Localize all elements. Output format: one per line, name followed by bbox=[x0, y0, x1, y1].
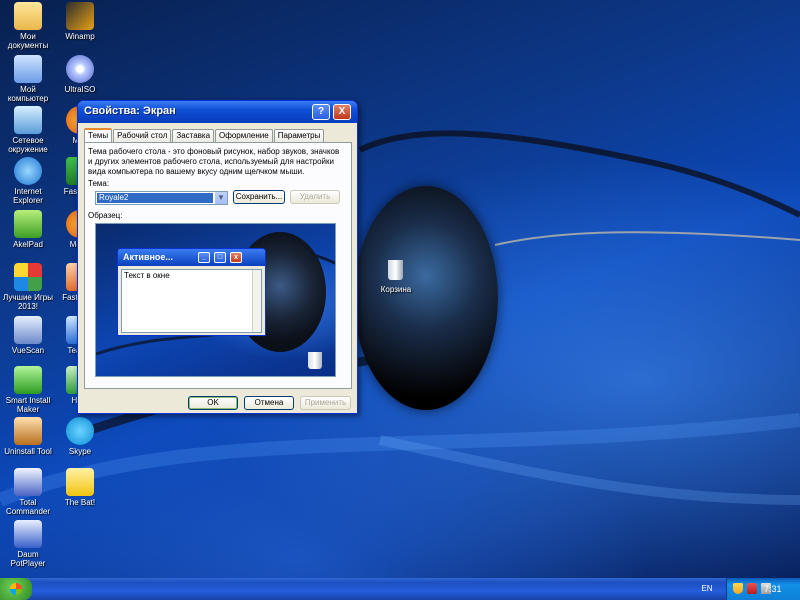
installer-icon bbox=[14, 366, 42, 394]
recycle-bin-icon[interactable] bbox=[388, 260, 403, 280]
shield-icon[interactable] bbox=[733, 583, 743, 594]
desktop-icon-label: Daum PotPlayer bbox=[10, 550, 46, 568]
games-icon bbox=[14, 263, 42, 291]
desktop-icon-label: Сетевое окружение bbox=[8, 136, 48, 154]
ok-button[interactable]: OK bbox=[188, 396, 238, 410]
player-icon bbox=[14, 520, 42, 548]
internet-explorer-icon bbox=[14, 157, 42, 185]
preview-active-window: Активное... _ □ x Текст в окне bbox=[117, 248, 266, 336]
preview-scrollbar bbox=[252, 270, 261, 332]
chevron-down-icon[interactable]: ▼ bbox=[214, 192, 227, 204]
desktop-icon-label: Мой компьютер bbox=[7, 85, 49, 103]
system-tray bbox=[726, 578, 800, 600]
desktop-icon-smart-install-maker[interactable]: Smart Install Maker bbox=[0, 366, 56, 414]
desktop-icon-total-commander[interactable]: Total Commander bbox=[0, 468, 56, 516]
preview-window-title: Активное... _ □ x bbox=[118, 249, 265, 266]
tab-themes[interactable]: Темы bbox=[84, 128, 113, 143]
close-icon: X bbox=[338, 106, 346, 117]
language-indicator[interactable]: EN bbox=[698, 582, 716, 596]
folder-icon bbox=[14, 2, 42, 30]
disc-icon bbox=[66, 55, 94, 83]
taskbar: EN 7:31 bbox=[0, 578, 800, 600]
desktop-icon-label: Лучшие Игры 2013! bbox=[3, 293, 53, 311]
tab-settings[interactable]: Параметры bbox=[273, 129, 325, 142]
floppy-icon bbox=[14, 468, 42, 496]
desktop-icon-label: AkelPad bbox=[13, 240, 43, 249]
desktop-icon-uninstall-tool[interactable]: Uninstall Tool bbox=[0, 417, 56, 456]
computer-icon bbox=[14, 55, 42, 83]
uninstall-icon bbox=[14, 417, 42, 445]
theme-label: Тема: bbox=[88, 179, 110, 188]
tab-strip: Темы Рабочий стол Заставка Оформление Па… bbox=[84, 128, 325, 143]
desktop-icon-label: The Bat! bbox=[64, 498, 96, 507]
desktop-icon-ultraiso[interactable]: UltraISO bbox=[52, 55, 108, 94]
desktop-icon-skype[interactable]: Skype bbox=[52, 417, 108, 456]
desktop-icon-vuescan[interactable]: VueScan bbox=[0, 316, 56, 355]
desktop-icon-my-documents[interactable]: Мои документы bbox=[0, 2, 56, 50]
save-theme-button[interactable]: Сохранить... bbox=[233, 190, 285, 204]
title-bar[interactable]: Свойства: Экран ? X bbox=[78, 101, 357, 123]
scanner-icon bbox=[14, 316, 42, 344]
desktop-icon-winamp[interactable]: Winamp bbox=[52, 2, 108, 41]
theme-preview: Активное... _ □ x Текст в окне bbox=[95, 223, 336, 377]
desktop-icon-akelpad[interactable]: AkelPad bbox=[0, 210, 56, 249]
close-button[interactable]: X bbox=[333, 104, 351, 120]
windows-logo-icon bbox=[10, 583, 22, 595]
theme-dropdown-value: Royale2 bbox=[97, 193, 213, 203]
theme-dropdown[interactable]: Royale2 ▼ bbox=[95, 191, 228, 205]
tab-appearance[interactable]: Оформление bbox=[215, 129, 273, 142]
close-icon: x bbox=[230, 252, 242, 263]
desktop-icon-ie[interactable]: Internet Explorer bbox=[0, 157, 56, 205]
desktop-icon-label: Winamp bbox=[65, 32, 95, 41]
minimize-icon: _ bbox=[198, 252, 210, 263]
desktop-icon-network[interactable]: Сетевое окружение bbox=[0, 106, 56, 154]
desktop-icon-label: VueScan bbox=[11, 346, 45, 355]
maximize-icon: □ bbox=[214, 252, 226, 263]
desktop-icon-best-games[interactable]: Лучшие Игры 2013! bbox=[0, 263, 56, 311]
bat-icon bbox=[66, 468, 94, 496]
antivirus-icon[interactable] bbox=[747, 583, 757, 594]
preview-window-body: Текст в окне bbox=[121, 269, 262, 333]
desktop-icon-the-bat[interactable]: The Bat! bbox=[52, 468, 108, 507]
apply-button[interactable]: Применить bbox=[300, 396, 351, 410]
wallpaper-orb bbox=[354, 186, 498, 410]
cancel-button[interactable]: Отмена bbox=[244, 396, 294, 410]
preview-window-text: Текст в окне bbox=[124, 271, 170, 280]
desktop-icon-label: Skype bbox=[68, 447, 92, 456]
recycle-bin-label[interactable]: Корзина bbox=[372, 285, 420, 294]
winamp-icon bbox=[66, 2, 94, 30]
network-icon bbox=[14, 106, 42, 134]
skype-icon bbox=[66, 417, 94, 445]
delete-theme-button[interactable]: Удалить bbox=[290, 190, 340, 204]
tab-desktop[interactable]: Рабочий стол bbox=[113, 129, 172, 142]
preview-recycle-bin-icon bbox=[308, 352, 322, 369]
help-button[interactable]: ? bbox=[312, 104, 330, 120]
start-button[interactable] bbox=[0, 578, 32, 600]
tab-screensaver[interactable]: Заставка bbox=[172, 129, 215, 142]
theme-description: Тема рабочего стола - это фоновый рисуно… bbox=[88, 147, 340, 176]
desktop-icon-potplayer[interactable]: Daum PotPlayer bbox=[0, 520, 56, 568]
desktop-icon-label: Smart Install Maker bbox=[5, 396, 51, 414]
sample-label: Образец: bbox=[88, 211, 123, 220]
window-title: Свойства: Экран bbox=[84, 105, 176, 117]
help-icon: ? bbox=[317, 106, 325, 117]
desktop-icon-label: Total Commander bbox=[5, 498, 50, 516]
desktop-icon-label: Uninstall Tool bbox=[4, 447, 52, 456]
desktop-icon-label: UltraISO bbox=[64, 85, 96, 94]
desktop-icon-label: Internet Explorer bbox=[13, 187, 43, 205]
desktop-icon-label: Мои документы bbox=[7, 32, 49, 50]
desktop-icon-my-computer[interactable]: Мой компьютер bbox=[0, 55, 56, 103]
display-properties-dialog: Свойства: Экран ? X Темы Рабочий стол За… bbox=[77, 100, 358, 414]
clock[interactable]: 7:31 bbox=[764, 582, 782, 596]
notepad-icon bbox=[14, 210, 42, 238]
